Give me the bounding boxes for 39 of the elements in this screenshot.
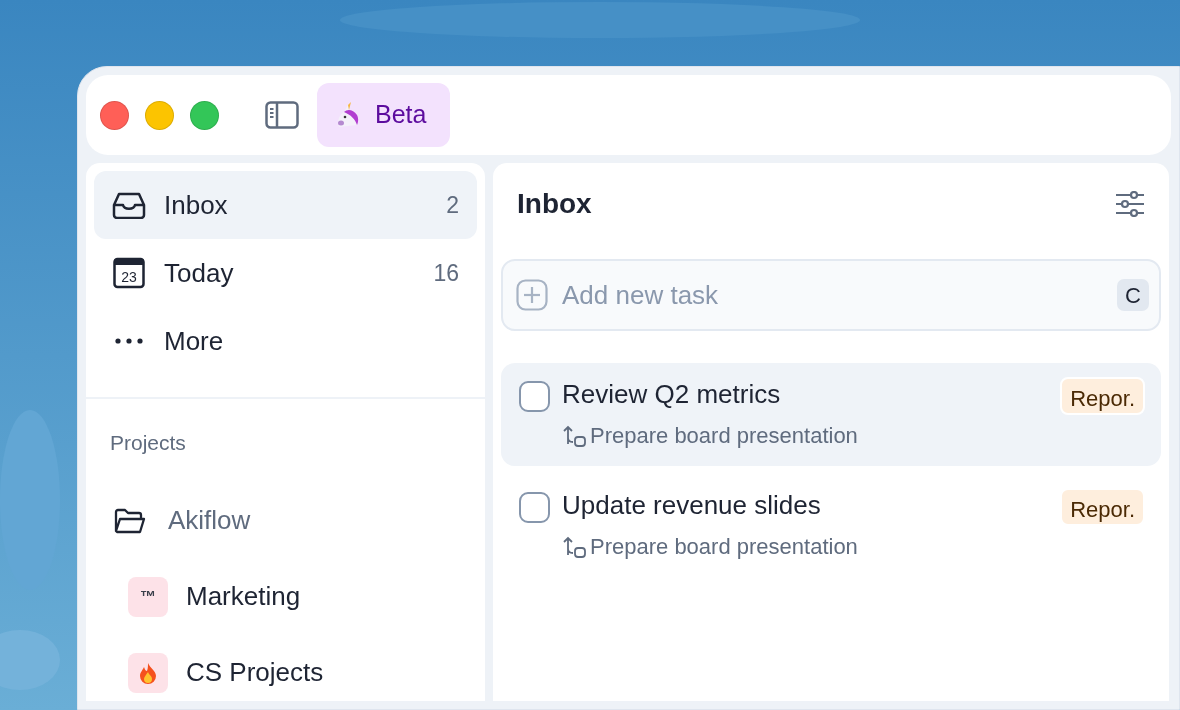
parent-task-label: Prepare board presentation: [590, 533, 858, 561]
count-label: 2: [446, 190, 459, 220]
task-row[interactable]: Update revenue slides Prepare board presentation Repor.: [501, 474, 1161, 577]
task-tag: Repor.: [1060, 488, 1145, 526]
close-button[interactable]: [100, 100, 129, 130]
calendar-icon: 23: [113, 257, 145, 289]
section-heading: Projects: [109, 430, 187, 456]
zoom-button[interactable]: [190, 100, 219, 130]
panel-title: Inbox: [517, 187, 592, 221]
task-checkbox[interactable]: [519, 381, 550, 412]
task-title: Update revenue slides: [562, 489, 822, 522]
nav-item[interactable]: 23 Today 16: [94, 239, 477, 307]
task-title: Review Q2 metrics: [562, 378, 782, 411]
folder-item[interactable]: Akiflow: [86, 490, 485, 551]
minimize-button[interactable]: [145, 100, 174, 130]
project-item[interactable]: ™ Marketing: [86, 558, 485, 635]
filter-icon[interactable]: [1115, 191, 1145, 217]
parent-task-label: Prepare board presentation: [590, 422, 858, 450]
inbox-icon: [112, 191, 146, 219]
subtask-icon: [562, 534, 588, 559]
count-label: 16: [433, 258, 459, 288]
nav-label: Today: [164, 256, 234, 290]
task-checkbox[interactable]: [519, 492, 550, 523]
nav-label: Inbox: [164, 188, 228, 222]
more-icon: [114, 337, 144, 345]
project-item[interactable]: CS Projects: [86, 634, 485, 709]
flame-icon: [139, 661, 157, 684]
sidebar-toggle-icon[interactable]: [265, 101, 299, 129]
project-badge: ™: [128, 576, 168, 617]
folder-icon: [114, 506, 146, 535]
beta-button[interactable]: Beta: [317, 83, 451, 147]
nav-item[interactable]: Inbox 2: [94, 171, 477, 239]
nav-item[interactable]: More: [94, 307, 477, 375]
nav-label: More: [164, 324, 224, 358]
task-tag: Repor.: [1060, 377, 1145, 415]
subtask-icon: [562, 423, 588, 448]
shortcut-key: C: [1117, 279, 1149, 311]
plus-icon: [516, 279, 548, 311]
task-row[interactable]: Review Q2 metrics Prepare board presentation Repor.: [501, 363, 1161, 466]
